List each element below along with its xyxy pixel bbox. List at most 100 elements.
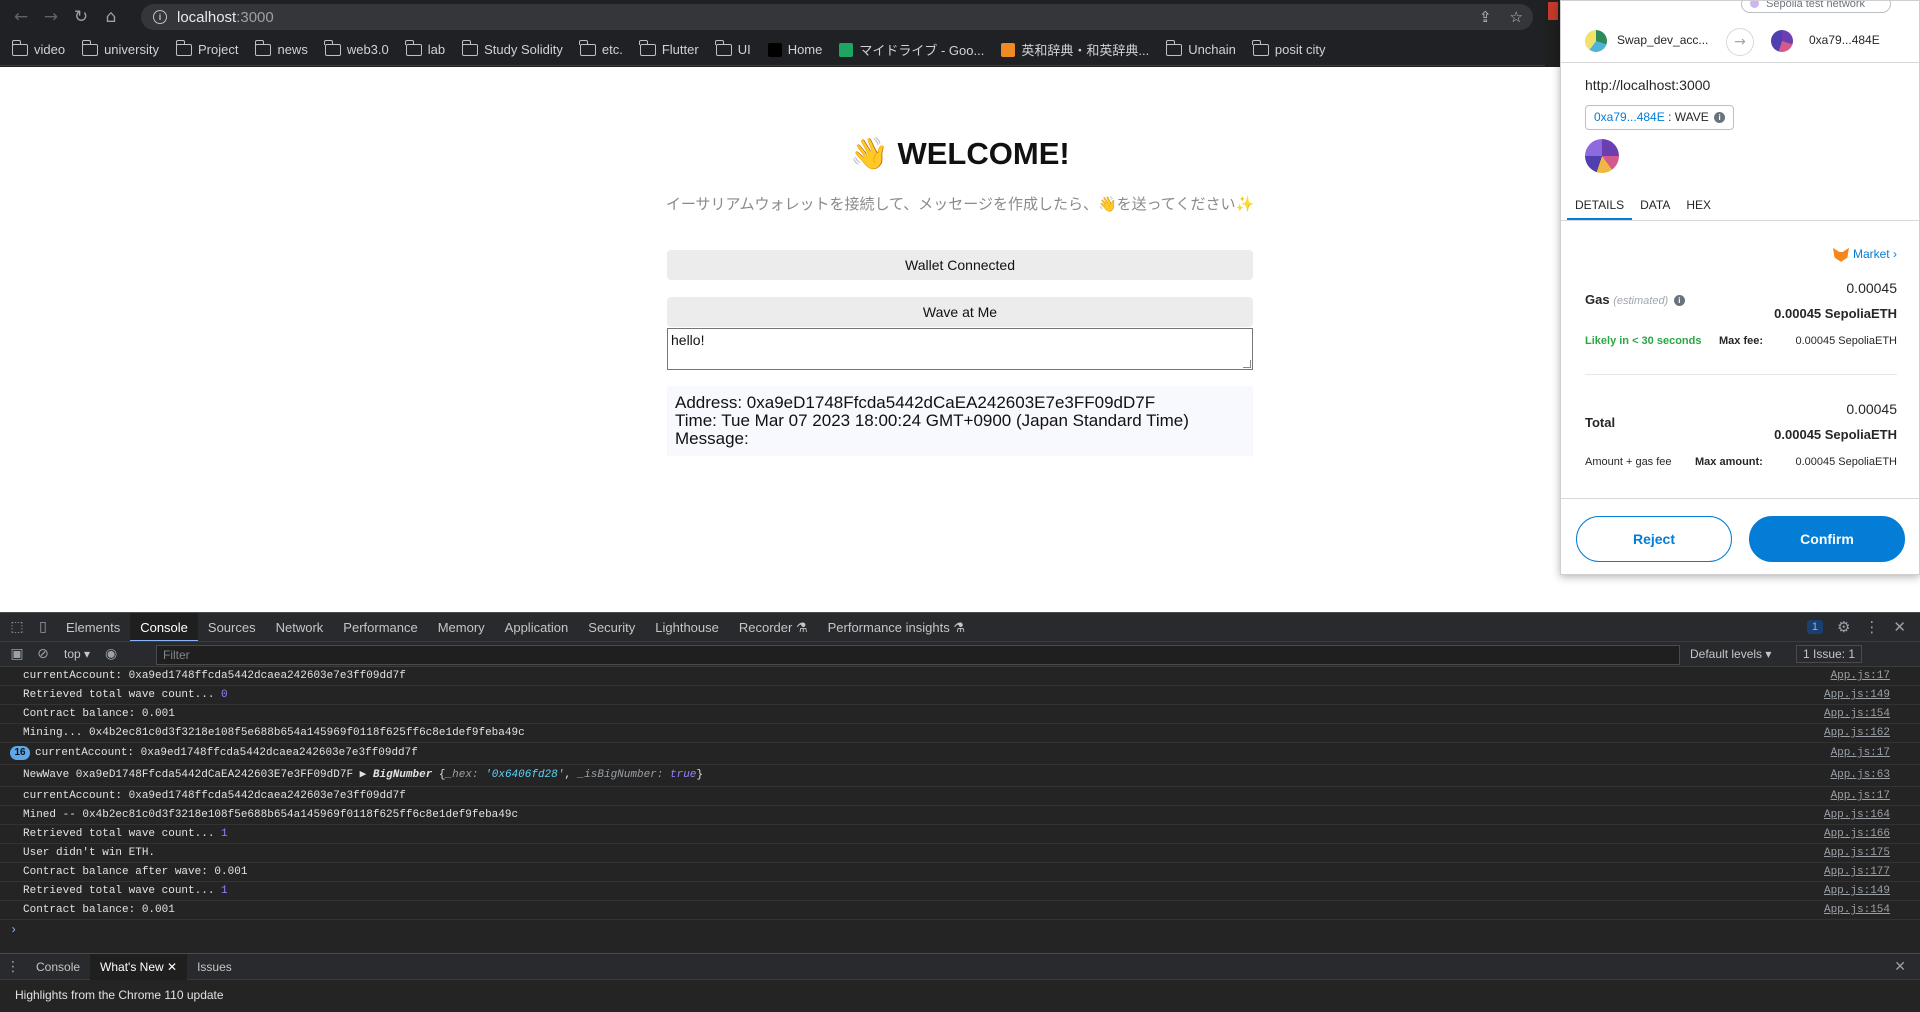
source-link[interactable]: App.js:177: [1824, 863, 1890, 881]
close-drawer-icon[interactable]: ✕: [1894, 958, 1906, 975]
console-log-row[interactable]: Contract balance: 0.001 App.js:154: [0, 901, 1920, 920]
resize-handle[interactable]: [1243, 360, 1251, 368]
devtools-tab[interactable]: Network: [266, 613, 334, 642]
bookmark-item[interactable]: UI: [715, 39, 751, 57]
contract-pill[interactable]: 0xa79...484E : WAVE i: [1585, 105, 1735, 130]
forward-icon[interactable]: →: [36, 0, 66, 34]
console-log-row[interactable]: 16 currentAccount: 0xa9ed1748ffcda5442dca…: [0, 743, 1920, 765]
bookmark-item[interactable]: lab: [405, 39, 445, 57]
reject-button[interactable]: Reject: [1576, 516, 1732, 562]
bookmark-item[interactable]: マイドライブ - Goo...: [839, 40, 984, 59]
info-icon[interactable]: i: [1714, 112, 1726, 124]
console-log-row[interactable]: User didn't win ETH. App.js:175: [0, 844, 1920, 863]
bookmark-item[interactable]: Study Solidity: [461, 39, 563, 57]
devtools-tab[interactable]: Console: [130, 612, 198, 642]
more-options-icon[interactable]: ⋮: [1864, 618, 1879, 636]
drawer-tab[interactable]: Issues: [187, 954, 242, 980]
tx-tab[interactable]: HEX: [1678, 191, 1719, 220]
source-link[interactable]: App.js:17: [1831, 787, 1890, 805]
devtools-tab[interactable]: Memory: [428, 613, 495, 642]
bookmark-item[interactable]: Home: [767, 42, 822, 57]
console-log-row[interactable]: Contract balance after wave: 0.001 App.js…: [0, 863, 1920, 882]
source-link[interactable]: App.js:154: [1824, 901, 1890, 919]
console-log-row[interactable]: Mining... 0x4b2ec81c0d3f3218e108f5e688b6…: [0, 724, 1920, 743]
console-filter-input[interactable]: Filter: [156, 645, 1680, 665]
source-link[interactable]: App.js:17: [1831, 667, 1890, 685]
bookmark-star-icon[interactable]: ☆: [1510, 8, 1523, 26]
site-info-icon[interactable]: i: [153, 10, 167, 24]
from-account-name[interactable]: Swap_dev_acc...: [1617, 33, 1708, 47]
source-link[interactable]: App.js:162: [1824, 724, 1890, 742]
bookmark-item[interactable]: university: [81, 39, 159, 57]
console-log-row[interactable]: Mined -- 0x4b2ec81c0d3f3218e108f5e688b65…: [0, 806, 1920, 825]
to-account-name[interactable]: 0xa79...484E: [1809, 33, 1880, 47]
bookmark-item[interactable]: 英和辞典・和英辞典...: [1001, 40, 1149, 59]
devtools-tab[interactable]: Elements: [56, 613, 130, 642]
issues-counter[interactable]: 1 Issue: 1: [1796, 645, 1863, 663]
clear-console-icon[interactable]: ⊘: [30, 646, 56, 662]
network-indicator[interactable]: Sepolia test network: [1741, 1, 1891, 13]
whats-new-highlight[interactable]: Highlights from the Chrome 110 update: [0, 980, 1920, 1010]
devtools-tab[interactable]: Performance: [333, 613, 427, 642]
devtools-tab[interactable]: Lighthouse: [645, 613, 729, 642]
source-link[interactable]: App.js:175: [1824, 844, 1890, 862]
console-log-row[interactable]: currentAccount: 0xa9ed1748ffcda5442dcaea…: [0, 787, 1920, 806]
source-link[interactable]: App.js:154: [1824, 705, 1890, 723]
bookmark-item[interactable]: Unchain: [1165, 39, 1236, 57]
message-textarea[interactable]: hello!: [667, 328, 1253, 370]
devtools-tab[interactable]: Performance insights ⚗: [818, 613, 975, 642]
wave-button[interactable]: Wave at Me: [667, 297, 1253, 327]
console-log-row[interactable]: currentAccount: 0xa9ed1748ffcda5442dcaea…: [0, 667, 1920, 686]
console-log-row[interactable]: Retrieved total wave count... 1 App.js:16…: [0, 825, 1920, 844]
share-icon[interactable]: ⇪: [1479, 8, 1492, 26]
console-log-row[interactable]: Retrieved total wave count... 1 App.js:14…: [0, 882, 1920, 901]
confirm-button[interactable]: Confirm: [1749, 516, 1905, 562]
back-icon[interactable]: ←: [6, 0, 36, 34]
home-icon[interactable]: ⌂: [96, 0, 126, 34]
devtools-tab[interactable]: Application: [495, 613, 579, 642]
console-prompt[interactable]: ›: [0, 920, 1920, 940]
tx-tab[interactable]: DETAILS: [1567, 191, 1633, 220]
console-log-row[interactable]: Contract balance: 0.001 App.js:154: [0, 705, 1920, 724]
source-link[interactable]: App.js:149: [1824, 882, 1890, 900]
drawer-menu-icon[interactable]: ⋮: [0, 959, 26, 975]
log-levels-select[interactable]: Default levels ▾: [1690, 647, 1771, 661]
bignumber-object[interactable]: ▶ BigNumber {_hex: '0x6406fd28', _isBigN…: [360, 769, 703, 781]
close-devtools-icon[interactable]: ✕: [1893, 618, 1906, 636]
tx-tab[interactable]: DATA: [1632, 191, 1678, 220]
device-toolbar-icon[interactable]: ▯: [30, 619, 56, 635]
bookmark-item[interactable]: news: [254, 39, 308, 57]
source-link[interactable]: App.js:149: [1824, 686, 1890, 704]
bookmark-item[interactable]: posit city: [1252, 39, 1325, 57]
close-tab-icon[interactable]: ✕: [164, 960, 177, 974]
source-link[interactable]: App.js:17: [1831, 743, 1890, 764]
bookmark-item[interactable]: etc.: [579, 39, 623, 57]
extension-icon[interactable]: [1548, 2, 1558, 20]
gas-info-icon[interactable]: i: [1673, 295, 1685, 307]
wallet-connected-button[interactable]: Wallet Connected: [667, 250, 1253, 280]
sidebar-toggle-icon[interactable]: ▣: [4, 646, 30, 662]
console-log-row[interactable]: NewWave 0xa9eD1748Ffcda5442dCaEA242603E7…: [0, 765, 1920, 787]
drawer-tab[interactable]: Console: [26, 954, 90, 980]
inspect-icon[interactable]: ⬚: [4, 619, 30, 635]
address-bar[interactable]: i localhost:3000 ⇪ ☆: [141, 4, 1533, 30]
console-log-row[interactable]: Retrieved total wave count... 0 App.js:14…: [0, 686, 1920, 705]
messages-badge[interactable]: 1: [1806, 619, 1823, 634]
drawer-tab[interactable]: What's New ✕: [90, 953, 188, 980]
source-link[interactable]: App.js:164: [1824, 806, 1890, 824]
bookmark-item[interactable]: video: [11, 39, 65, 57]
source-link[interactable]: App.js:63: [1831, 765, 1890, 786]
settings-gear-icon[interactable]: ⚙: [1837, 618, 1850, 636]
bookmark-item[interactable]: Flutter: [639, 39, 699, 57]
bookmark-item[interactable]: web3.0: [324, 39, 389, 57]
reload-icon[interactable]: ↻: [66, 0, 96, 34]
source-link[interactable]: App.js:166: [1824, 825, 1890, 843]
context-select[interactable]: top ▾: [64, 647, 90, 661]
contract-address[interactable]: 0xa79...484E: [1594, 110, 1665, 124]
devtools-tab[interactable]: Security: [578, 613, 645, 642]
live-expression-eye-icon[interactable]: ◉: [98, 646, 124, 662]
market-link[interactable]: Market ›: [1832, 247, 1897, 262]
bookmark-item[interactable]: Project: [175, 39, 238, 57]
devtools-tab[interactable]: Sources: [198, 613, 266, 642]
devtools-tab[interactable]: Recorder ⚗: [729, 613, 818, 642]
